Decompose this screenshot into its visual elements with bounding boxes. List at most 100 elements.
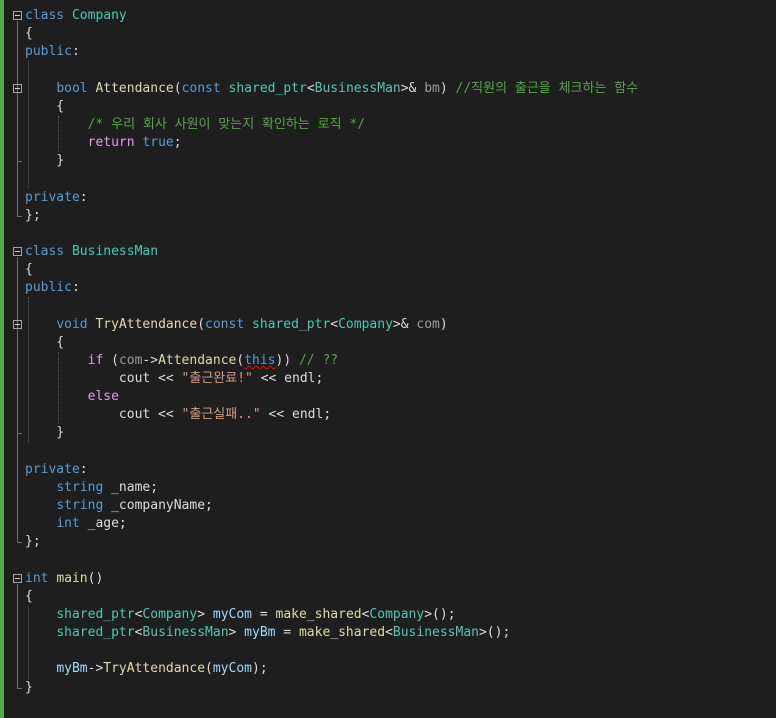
code-line[interactable]: if (com->Attendance(this)) // ??	[0, 352, 776, 370]
code-token: public	[25, 44, 72, 60]
code-token: >();	[424, 606, 456, 622]
code-line[interactable]: public:	[0, 279, 776, 297]
code-line[interactable]: void TryAttendance(const shared_ptr<Comp…	[0, 316, 776, 334]
code-line[interactable]	[0, 170, 776, 188]
code-line[interactable]: class BusinessMan	[0, 243, 776, 261]
code-token: ))	[275, 352, 299, 368]
code-token: "출근완료!"	[181, 371, 253, 386]
code-token: void	[56, 316, 88, 332]
code-line[interactable]: shared_ptr<BusinessMan> myBm = make_shar…	[0, 624, 776, 642]
code-line[interactable]: return true;	[0, 134, 776, 152]
code-text: if (com->Attendance(this)) // ??	[25, 352, 339, 370]
code-line[interactable]: }	[0, 679, 776, 697]
code-line[interactable]: /* 우리 회사 사원이 맞는지 확인하는 로직 */	[0, 116, 776, 134]
code-text: /* 우리 회사 사원이 맞는지 확인하는 로직 */	[25, 116, 365, 134]
code-line[interactable]	[0, 225, 776, 243]
code-token: shared_ptr	[56, 606, 135, 622]
code-token: >	[228, 625, 245, 641]
code-line[interactable]: private:	[0, 461, 776, 479]
code-line[interactable]: shared_ptr<Company> myCom = make_shared<…	[0, 606, 776, 624]
code-line[interactable]: bool Attendance(const shared_ptr<Busines…	[0, 80, 776, 98]
code-token: << endl;	[260, 407, 332, 423]
code-text: };	[25, 533, 41, 551]
code-token: }	[25, 153, 65, 169]
code-token: myCom	[212, 606, 253, 622]
code-line[interactable]	[0, 443, 776, 461]
code-text: int main()	[25, 570, 103, 588]
collapse-icon[interactable]	[13, 319, 22, 329]
code-token: // ??	[298, 352, 339, 368]
code-token: //직원의 출근을 체크하는 함수	[455, 80, 639, 96]
collapse-icon[interactable]	[13, 246, 22, 256]
code-token: com	[118, 352, 143, 368]
code-text: }	[25, 424, 64, 442]
code-token: Company	[142, 606, 198, 622]
code-token: BusinessMan	[71, 243, 159, 259]
code-line[interactable]: int _age;	[0, 515, 776, 533]
code-line[interactable]: string _companyName;	[0, 497, 776, 515]
code-line[interactable]: {	[0, 588, 776, 606]
code-text: {	[25, 261, 33, 279]
code-line[interactable]: cout << "출근완료!" << endl;	[0, 370, 776, 388]
code-token: {	[25, 262, 33, 278]
code-token: int	[25, 570, 49, 586]
code-token: (	[236, 352, 245, 368]
code-line[interactable]: }	[0, 424, 776, 442]
code-line[interactable]: }	[0, 152, 776, 170]
code-line[interactable]: {	[0, 334, 776, 352]
code-line[interactable]: };	[0, 207, 776, 225]
code-token: private	[25, 189, 80, 205]
code-line[interactable]: };	[0, 533, 776, 551]
code-text: class BusinessMan	[25, 243, 158, 261]
code-line[interactable]: class Company	[0, 7, 776, 25]
code-line[interactable]: {	[0, 98, 776, 116]
code-token: else	[87, 389, 119, 405]
code-token: )	[439, 80, 456, 96]
code-text: {	[25, 98, 64, 116]
code-token: myBm	[244, 625, 276, 641]
code-token: ->	[142, 352, 159, 368]
code-line[interactable]: {	[0, 25, 776, 43]
code-token: main	[56, 570, 88, 586]
code-token: ->	[87, 661, 104, 677]
code-line[interactable]	[0, 642, 776, 660]
code-line[interactable]: myBm->TryAttendance(myCom);	[0, 660, 776, 678]
code-text: {	[25, 25, 33, 43]
code-token: << endl;	[252, 371, 324, 386]
code-line[interactable]	[0, 297, 776, 315]
code-line[interactable]	[0, 552, 776, 570]
code-token: <	[385, 625, 393, 641]
code-text: cout << "출근완료!" << endl;	[25, 370, 323, 388]
code-token: =	[275, 625, 299, 641]
code-token: const	[181, 80, 221, 96]
collapse-icon[interactable]	[13, 573, 22, 583]
code-token: _name;	[103, 479, 159, 495]
collapse-icon[interactable]	[13, 83, 22, 93]
code-line[interactable]: int main()	[0, 570, 776, 588]
code-token: public	[25, 280, 72, 296]
code-line[interactable]: public:	[0, 43, 776, 61]
code-token: myBm	[56, 661, 88, 677]
code-token: bm	[424, 80, 440, 96]
code-text: cout << "출근실패.." << endl;	[25, 406, 331, 424]
code-token: make_shared	[275, 606, 362, 622]
code-line[interactable]: else	[0, 388, 776, 406]
code-editor[interactable]: class Company{public: bool Attendance(co…	[0, 0, 776, 718]
code-token: >	[197, 606, 213, 622]
code-token: string	[56, 498, 104, 514]
collapse-icon[interactable]	[13, 11, 22, 20]
code-line[interactable]: string _name;	[0, 479, 776, 497]
code-line[interactable]	[0, 61, 776, 79]
code-line[interactable]: {	[0, 261, 776, 279]
code-token: (	[173, 80, 182, 96]
code-token: :	[71, 44, 80, 60]
code-line[interactable]: private:	[0, 189, 776, 207]
code-line[interactable]: cout << "출근실패.." << endl;	[0, 406, 776, 424]
code-token: ()	[87, 570, 104, 586]
code-token: cout <<	[25, 371, 182, 386]
